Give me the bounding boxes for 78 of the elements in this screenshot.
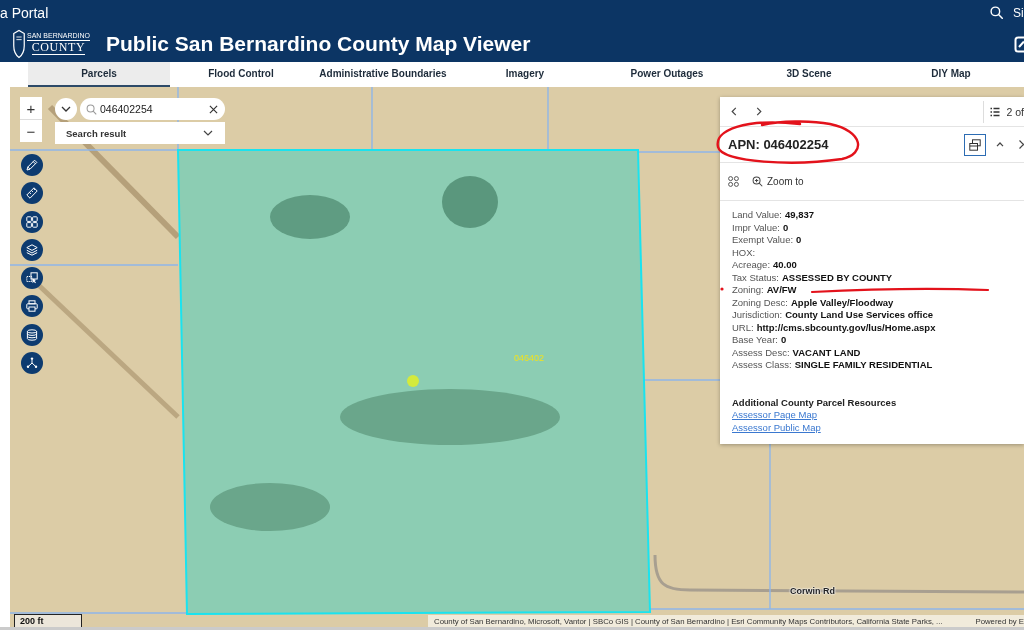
field-value: ASSESSED BY COUNTY [782,271,893,283]
dock-button[interactable] [964,133,986,156]
field-label: HOX: [732,246,756,258]
network-icon [26,357,38,370]
search-icon [86,103,97,115]
printer-icon [26,300,38,313]
field-label: Assess Class: [732,359,792,370]
field-label: URL: [732,321,754,333]
assessor-link[interactable]: Assessor Public Map [732,421,821,433]
search-icon[interactable] [990,6,1003,19]
close-icon[interactable] [209,104,218,114]
point-marker-icon [407,375,419,387]
field-value: Apple Valley/Floodway [791,296,894,308]
chevron-down-icon [61,106,71,112]
vegetation-patch [442,176,498,228]
export-icon[interactable] [1014,34,1024,53]
ruler-icon [26,187,38,200]
app-title: Public San Bernardino County Map Viewer [106,30,531,57]
field-label: Tax Status: [732,271,779,283]
field-value: 40.00 [773,259,797,270]
road-label: Corwin Rd [790,586,835,596]
list-icon [990,106,1001,117]
field-value: 0 [782,221,789,233]
field-value: 0 [780,334,787,345]
windows-icon [969,138,981,151]
popup-title: APN: 046402254 [728,137,829,152]
field-label: Acreage: [732,259,771,270]
tab[interactable]: Imagery [454,62,596,87]
field-label: Assess Desc: [732,346,790,358]
chevron-right-icon[interactable] [756,107,762,116]
tab[interactable]: Flood Control [170,62,312,87]
tab[interactable]: DIY Map [880,62,1022,87]
tab[interactable]: Administrative Boundaries [312,62,454,87]
shield-icon [12,27,26,60]
field-value: VACANT LAND [792,346,861,358]
zoom-in-button[interactable]: + [20,97,42,119]
select-icon [26,272,38,285]
field-label: Jurisdiction: [732,309,783,320]
field-value: County Land Use Services office [785,309,933,320]
field-label: Base Year: [732,334,778,345]
zoom-out-button[interactable]: − [20,120,42,142]
grid-icon[interactable] [728,176,739,187]
field-value: 49,837 [785,209,815,220]
field-label: Exempt Value: [732,234,794,245]
tab[interactable]: 3D Scene [738,62,880,87]
pen-dot-icon [720,287,724,291]
scale-bar: 200 ft [14,614,82,627]
field-value: SINGLE FAMILY RESIDENTIAL [794,359,933,370]
grid-icon [26,215,38,228]
zoom-to-button[interactable]: Zoom to [752,176,804,187]
pencil-icon [26,159,38,171]
chevron-down-icon [203,130,213,136]
tab[interactable]: Parcels [28,62,170,87]
field-value: AV/FW [766,284,797,295]
sign-in-link[interactable]: Si [1013,5,1024,20]
search-source-dropdown[interactable]: Search result [55,122,225,144]
field-label: Zoning Desc: [732,296,788,308]
close-icon[interactable] [1019,140,1024,149]
zoom-in-icon [752,176,763,187]
assessor-link[interactable]: Assessor Page Map [732,409,817,420]
tab[interactable]: Power Outages [596,62,738,87]
field-value: 0 [796,234,802,245]
search-field[interactable]: 046402254 [80,98,225,120]
resources-heading: Additional County Parcel Resources [732,396,898,409]
field-label: Impr Value: [732,221,780,233]
chevron-up-icon[interactable] [996,142,1004,147]
chevron-left-icon[interactable] [731,107,737,116]
parcel-line [371,87,373,151]
logo-text: COUNTY [31,41,86,55]
field-label: Land Value: [732,209,782,220]
parcel-line [547,87,549,151]
feature-list-button[interactable]: 2 of [990,105,1024,118]
parcel-label: 046402 [514,353,545,363]
field-label: Zoning: [732,284,764,295]
portal-title: a Portal [0,4,49,21]
database-icon [26,328,38,341]
field-value: http://cms.sbcounty.gov/lus/Home.aspx [756,321,936,333]
layers-icon [26,243,38,256]
